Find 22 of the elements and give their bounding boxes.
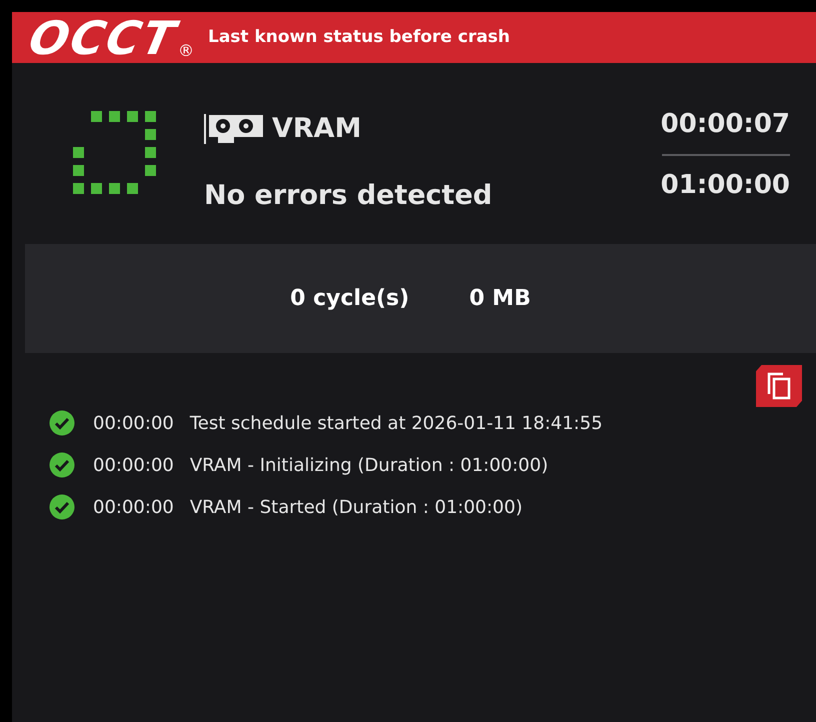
copy-icon [767, 372, 791, 400]
graphics-card-icon [204, 113, 264, 146]
log-time: 00:00:00 [93, 412, 174, 436]
header-title: Last known status before crash [208, 26, 510, 49]
registered-mark: ® [178, 42, 194, 58]
log-time: 00:00:00 [93, 496, 174, 520]
check-circle-icon [49, 452, 75, 478]
log-message: Test schedule started at 2026-01-11 18:41:55 [190, 412, 603, 436]
total-duration: 01:00:00 [660, 169, 790, 202]
elapsed-time: 00:00:07 [660, 108, 790, 141]
test-status: No errors detected [204, 178, 494, 212]
log-message: VRAM - Initializing (Duration : 01:00:00) [190, 454, 548, 478]
copy-button[interactable] [756, 365, 802, 407]
log-message: VRAM - Started (Duration : 01:00:00) [190, 496, 522, 520]
test-name: VRAM [272, 112, 362, 146]
stat-value: 0 cycle(s) [290, 285, 410, 313]
check-circle-icon [49, 494, 75, 520]
log-time: 00:00:00 [93, 454, 174, 478]
stat-value: 0 MB [469, 285, 531, 313]
app-logo: OCCT [25, 14, 181, 60]
progress-indicator-icon [72, 111, 158, 197]
check-circle-icon [49, 410, 75, 436]
